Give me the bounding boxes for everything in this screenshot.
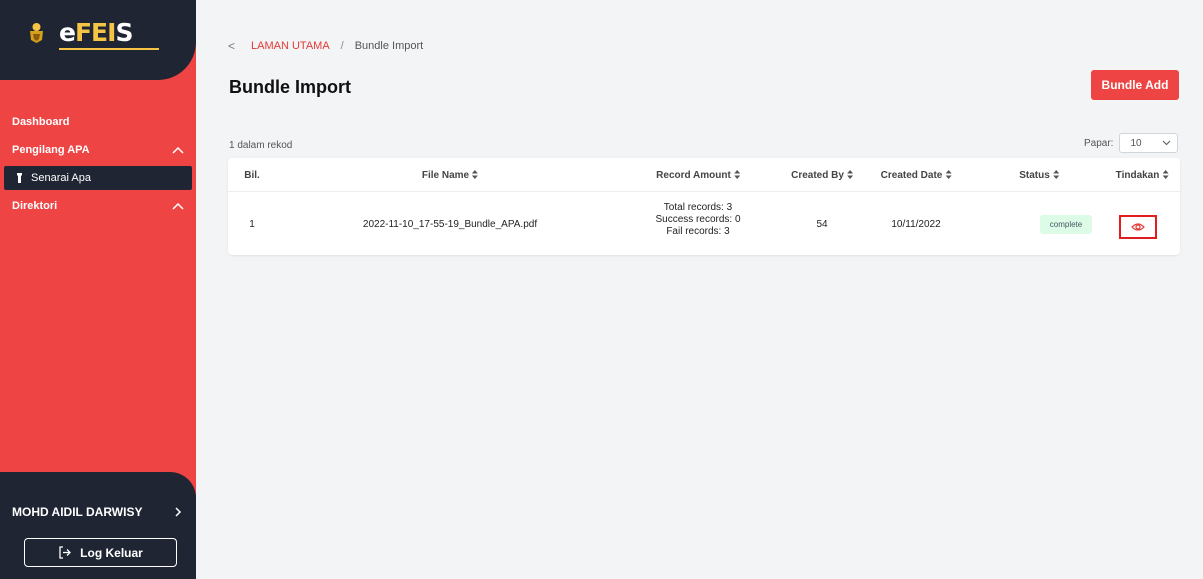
logout-label: Log Keluar [80,545,143,560]
breadcrumb: < LAMAN UTAMA / Bundle Import [228,39,423,53]
sidebar-item-senarai-apa[interactable]: Senarai Apa [4,166,192,190]
user-name: MOHD AIDIL DARWISY [12,505,143,519]
page-size-value: 10 [1130,137,1142,149]
cell-file-name: 2022-11-10_17-55-19_Bundle_APA.pdf [362,219,538,230]
sidebar-item-dashboard[interactable]: Dashboard [0,112,196,132]
bundle-table: Bil. File Name Record Amount Created By … [228,158,1180,255]
breadcrumb-current: Bundle Import [354,40,424,52]
logo-text: eFEIS [59,18,159,50]
bundle-add-button[interactable]: Bundle Add [1091,70,1179,100]
sort-icon [1052,170,1059,179]
header-label: Created Date [880,170,943,181]
logout-icon [59,546,72,559]
page-size-control: Papar: 10 [1084,133,1179,153]
cell-record-amount: Total records: 3 Success records: 0 Fail… [655,202,740,238]
view-button[interactable] [1119,215,1157,239]
sort-icon [472,170,479,179]
user-menu[interactable]: MOHD AIDIL DARWISY [12,505,182,519]
header-label: Created By [791,170,844,181]
sidebar-item-label: Senarai Apa [31,172,91,184]
header-label: Tindakan [1115,170,1160,181]
sidebar-item-label: Dashboard [12,116,70,128]
bottle-icon [17,173,22,183]
sidebar-item-label: Direktori [12,200,58,212]
record-success: Success records: 0 [655,214,741,225]
logo-e: e [59,18,76,47]
record-total: Total records: 3 [663,202,733,213]
column-header-status[interactable]: Status [1019,170,1059,181]
status-badge: complete [1040,215,1092,234]
column-header-file-name[interactable]: File Name [421,170,479,181]
sort-icon [846,170,853,179]
record-count: 1 dalam rekod [229,140,293,151]
user-panel: MOHD AIDIL DARWISY Log Keluar [0,472,196,579]
eye-icon [1131,223,1145,231]
chevron-up-icon [172,146,184,154]
chevron-left-icon[interactable]: < [228,39,235,53]
sidebar-item-direktori[interactable]: Direktori [0,196,196,216]
page-title: Bundle Import [229,77,351,97]
header-label: Status [1019,170,1050,181]
chevron-down-icon [1163,140,1171,146]
sidebar: eFEIS Dashboard Pengilang APA Senarai Ap… [0,0,196,579]
column-header-record-amount[interactable]: Record Amount [656,170,740,181]
sidebar-nav: Dashboard Pengilang APA Senarai Apa Dire… [0,112,196,216]
header-label: Record Amount [656,170,731,181]
record-fail: Fail records: 3 [666,226,730,237]
crest-icon [30,23,43,43]
cell-created-date: 10/11/2022 [891,219,941,230]
sort-icon [945,170,952,179]
table-header: Bil. File Name Record Amount Created By … [228,158,1180,192]
column-header-created-date[interactable]: Created Date [881,170,952,181]
logo-fei: FEI [74,18,116,47]
header-label: File Name [421,170,470,181]
cell-created-by: 54 [816,219,828,230]
chevron-up-icon [172,202,184,210]
page-size-select[interactable]: 10 [1119,133,1179,153]
sidebar-item-label: Pengilang APA [12,144,90,156]
column-header-bil: Bil. [244,170,260,181]
column-header-created-by[interactable]: Created By [791,170,853,181]
sidebar-header: eFEIS [0,0,196,80]
logo-s: S [115,18,133,47]
sort-icon [733,170,740,179]
logo-underline [59,48,159,50]
sidebar-item-pengilang-apa[interactable]: Pengilang APA [0,140,196,160]
chevron-right-icon [175,507,182,517]
logout-button[interactable]: Log Keluar [24,538,177,567]
breadcrumb-separator: / [340,40,344,52]
sort-icon [1162,170,1169,179]
page-size-label: Papar: [1084,137,1114,149]
logo[interactable]: eFEIS [28,18,159,50]
column-header-tindakan[interactable]: Tindakan [1116,170,1169,181]
cell-bil: 1 [249,219,255,230]
breadcrumb-home-link[interactable]: LAMAN UTAMA [251,40,330,52]
